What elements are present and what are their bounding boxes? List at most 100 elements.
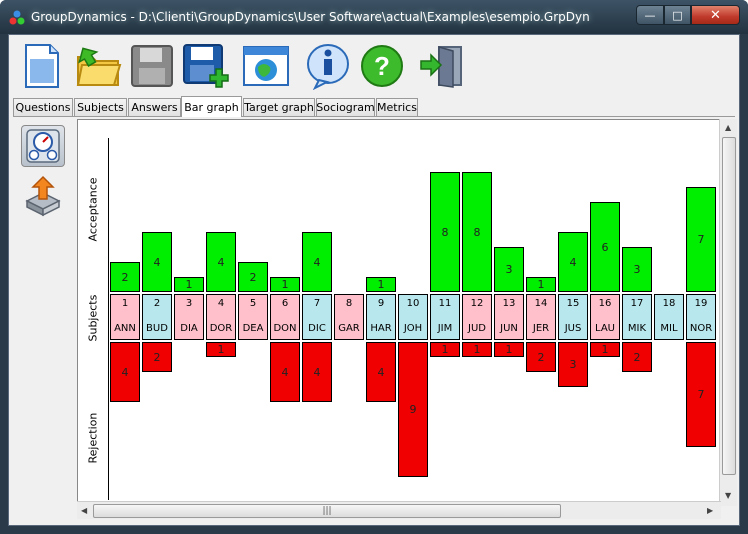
subject-number: 9 [377, 298, 385, 309]
subject-cell[interactable]: 15 JUS [558, 294, 588, 340]
rejection-bar[interactable]: 4 [110, 342, 140, 402]
exit-button[interactable] [417, 41, 467, 91]
window-title: GroupDynamics - D:\Clienti\GroupDynamics… [31, 10, 590, 24]
tab-divider [13, 116, 735, 117]
save-as-icon [183, 44, 229, 88]
maximize-button[interactable]: □ [664, 5, 691, 25]
rejection-bar[interactable]: 4 [270, 342, 300, 402]
export-button[interactable] [21, 175, 65, 217]
subject-number: 17 [630, 298, 644, 309]
acceptance-bar[interactable]: 7 [686, 187, 716, 292]
horizontal-scroll-thumb[interactable]: ||| [93, 504, 561, 518]
tab-target-graph[interactable]: Target graph [243, 98, 315, 116]
tab-metrics[interactable]: Metrics [376, 98, 418, 116]
acceptance-bar[interactable]: 2 [110, 262, 140, 292]
subject-number: 4 [217, 298, 225, 309]
browser-window-icon [243, 46, 289, 86]
acceptance-bar[interactable]: 2 [238, 262, 268, 292]
subject-number: 10 [406, 298, 420, 309]
rejection-bar[interactable]: 7 [686, 342, 716, 447]
acceptance-bar[interactable]: 8 [462, 172, 492, 292]
subject-cell[interactable]: 10 JOH [398, 294, 428, 340]
subject-number: 13 [502, 298, 516, 309]
acceptance-bar[interactable]: 4 [302, 232, 332, 292]
subject-cell[interactable]: 13 JUN [494, 294, 524, 340]
acceptance-bar[interactable]: 6 [590, 202, 620, 292]
subject-cell[interactable]: 5 DEA [238, 294, 268, 340]
subject-cell[interactable]: 8 GAR [334, 294, 364, 340]
subject-number: 5 [249, 298, 257, 309]
subject-cell[interactable]: 2 BUD [142, 294, 172, 340]
subject-cell[interactable]: 19 NOR [686, 294, 716, 340]
rejection-bar[interactable]: 4 [302, 342, 332, 402]
browser-button[interactable] [241, 41, 291, 91]
tab-questions[interactable]: Questions [13, 98, 73, 116]
subject-cell[interactable]: 6 DON [270, 294, 300, 340]
vertical-scrollbar[interactable]: ▲ ▼ [719, 119, 737, 506]
subject-cell[interactable]: 17 MIK [622, 294, 652, 340]
rejection-bar[interactable]: 1 [206, 342, 236, 357]
horizontal-scrollbar[interactable]: ◀ ||| ▶ [77, 501, 721, 519]
rejection-bar[interactable]: 1 [430, 342, 460, 357]
new-button[interactable] [17, 41, 67, 91]
save-as-button[interactable] [181, 41, 231, 91]
acceptance-bar[interactable]: 3 [494, 247, 524, 292]
rejection-bar[interactable]: 1 [462, 342, 492, 357]
scroll-up-arrow[interactable]: ▲ [725, 123, 731, 132]
scroll-down-arrow[interactable]: ▼ [725, 491, 731, 500]
tab-subjects[interactable]: Subjects [74, 98, 127, 116]
subject-cell[interactable]: 16 LAU [590, 294, 620, 340]
acceptance-bar[interactable]: 8 [430, 172, 460, 292]
scroll-left-arrow[interactable]: ◀ [81, 506, 87, 515]
tab-answers[interactable]: Answers [128, 98, 181, 116]
rejection-bar[interactable]: 1 [590, 342, 620, 357]
subject-cell[interactable]: 7 DIC [302, 294, 332, 340]
subject-cell[interactable]: 3 DIA [174, 294, 204, 340]
acceptance-bar[interactable]: 3 [622, 247, 652, 292]
acceptance-bar[interactable]: 4 [206, 232, 236, 292]
acceptance-bar[interactable]: 1 [174, 277, 204, 292]
tab-bar-graph[interactable]: Bar graph [181, 96, 242, 117]
open-folder-icon [76, 47, 122, 86]
help-icon: ? [361, 45, 403, 87]
gauges-button[interactable] [21, 125, 65, 167]
export-arrow-icon [25, 175, 61, 217]
info-button[interactable] [303, 41, 353, 91]
subject-code: DEA [242, 323, 264, 334]
subject-code: JUN [500, 323, 518, 334]
minimize-button[interactable]: — [636, 5, 664, 25]
acceptance-bar[interactable]: 1 [526, 277, 556, 292]
subject-number: 1 [121, 298, 129, 309]
acceptance-bar[interactable]: 4 [142, 232, 172, 292]
title-bar[interactable]: GroupDynamics - D:\Clienti\GroupDynamics… [0, 0, 748, 34]
acceptance-bar[interactable]: 1 [366, 277, 396, 292]
rejection-bar[interactable]: 1 [494, 342, 524, 357]
save-button[interactable] [127, 41, 177, 91]
rejection-bar[interactable]: 3 [558, 342, 588, 387]
subject-cell[interactable]: 12 JUD [462, 294, 492, 340]
subject-cell[interactable]: 4 DOR [206, 294, 236, 340]
rejection-bar[interactable]: 9 [398, 342, 428, 477]
rejection-bar[interactable]: 2 [526, 342, 556, 372]
subject-cell[interactable]: 14 JER [526, 294, 556, 340]
scroll-right-arrow[interactable]: ▶ [707, 506, 713, 515]
vertical-scroll-thumb[interactable] [722, 137, 736, 475]
help-button[interactable]: ? [357, 41, 407, 91]
acceptance-bar[interactable]: 1 [270, 277, 300, 292]
subject-cell[interactable]: 11 JIM [430, 294, 460, 340]
subject-cell[interactable]: 18 MIL [654, 294, 684, 340]
app-window: GroupDynamics - D:\Clienti\GroupDynamics… [0, 0, 748, 534]
rejection-bar[interactable]: 2 [622, 342, 652, 372]
subject-number: 11 [438, 298, 452, 309]
subject-cell[interactable]: 1 ANN [110, 294, 140, 340]
tab-sociogram[interactable]: Sociogram [316, 98, 375, 116]
rejection-axis-label: Rejection [86, 412, 100, 464]
acceptance-bar[interactable]: 4 [558, 232, 588, 292]
rejection-bar[interactable]: 4 [366, 342, 396, 402]
tab-strip: Questions Subjects Answers Bar graph Tar… [13, 96, 735, 117]
close-button[interactable]: ✕ [691, 5, 740, 25]
subject-cell[interactable]: 9 HAR [366, 294, 396, 340]
open-button[interactable] [73, 41, 123, 91]
rejection-bar[interactable]: 2 [142, 342, 172, 372]
subject-code: JER [532, 323, 550, 334]
